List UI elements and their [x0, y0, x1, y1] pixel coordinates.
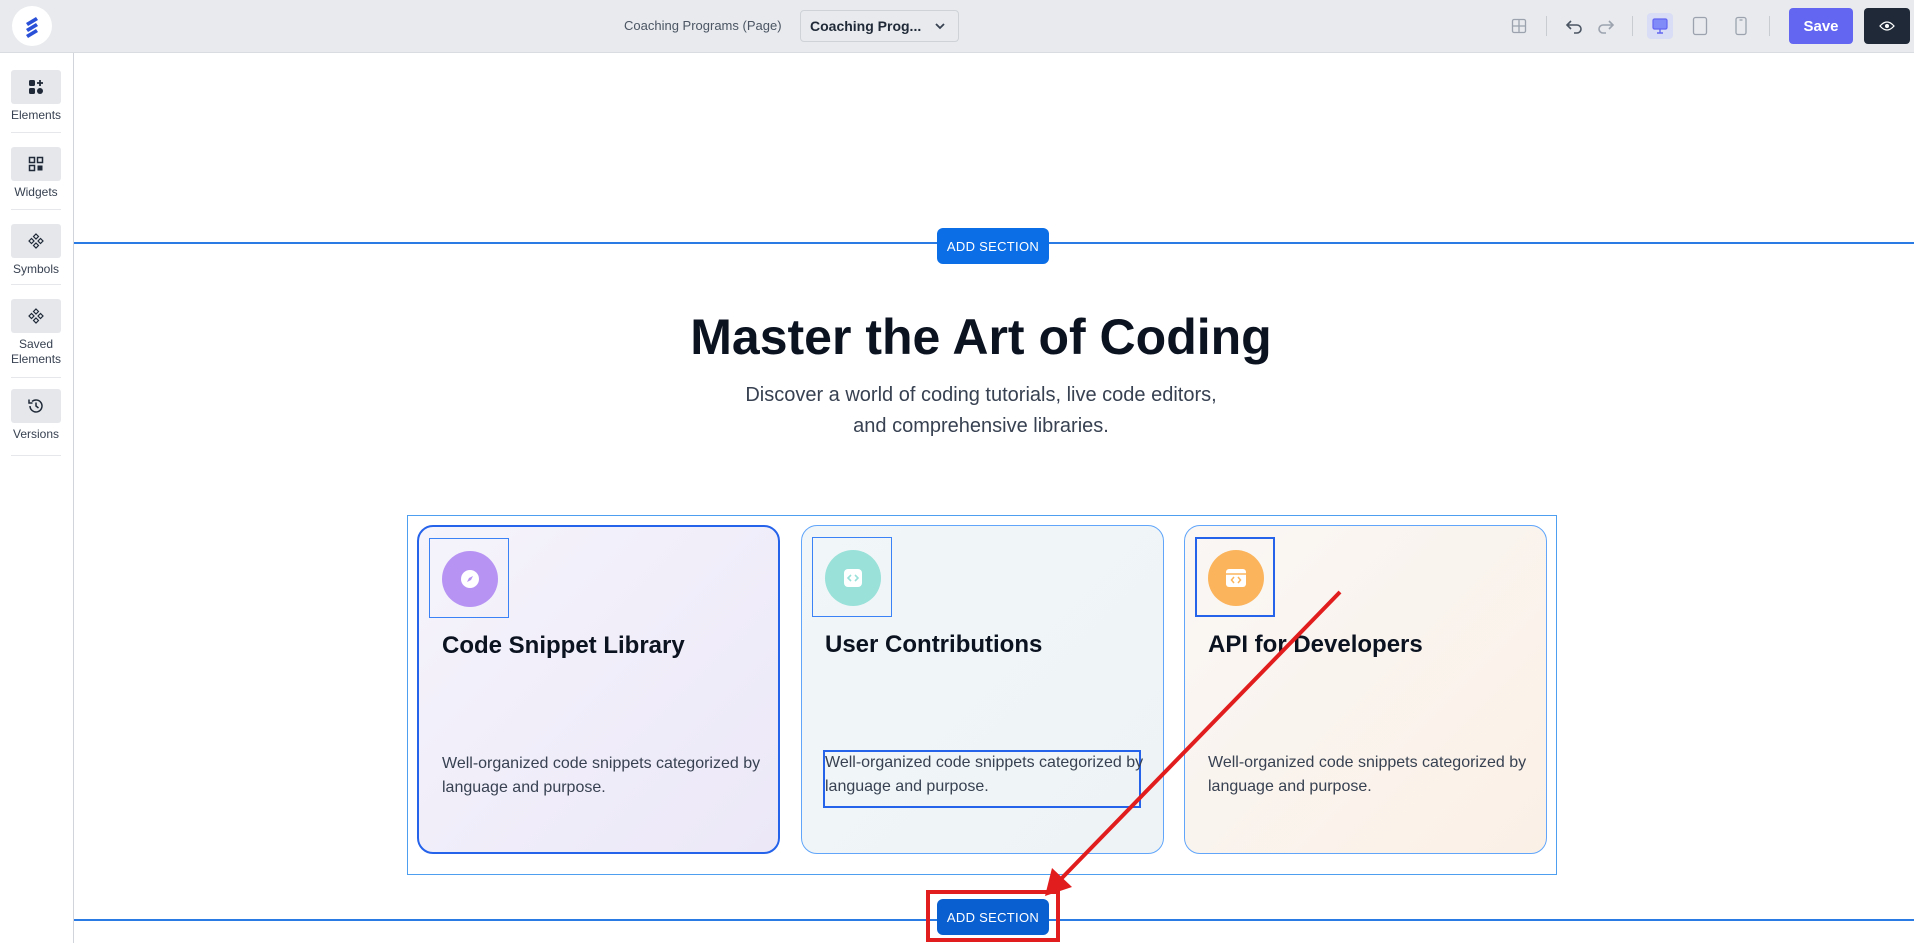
elements-icon	[11, 70, 61, 104]
symbols-icon	[11, 224, 61, 258]
sidebar-divider	[11, 455, 61, 456]
sidebar-item-label: Versions	[12, 427, 60, 441]
browser-code-icon	[1208, 550, 1264, 606]
logo-icon[interactable]	[12, 6, 52, 46]
grid-icon[interactable]	[1507, 14, 1531, 38]
page-selector-value: Coaching Prog...	[810, 18, 922, 34]
sidebar-item-elements[interactable]: Elements	[11, 70, 61, 123]
toolbar-divider	[1632, 16, 1633, 36]
icon-frame[interactable]	[1195, 537, 1275, 617]
hero-subtitle[interactable]: Discover a world of coding tutorials, li…	[724, 380, 1238, 442]
sidebar-item-symbols[interactable]: Symbols	[11, 224, 61, 277]
annotation-highlight-box	[926, 890, 1060, 942]
history-icon	[11, 389, 61, 423]
code-icon	[825, 550, 881, 606]
chevron-down-icon	[935, 23, 945, 30]
widgets-icon	[11, 147, 61, 181]
sidebar-item-saved-elements[interactable]: Saved Elements	[11, 299, 61, 367]
toolbar-divider	[1769, 16, 1770, 36]
icon-frame[interactable]	[812, 537, 892, 617]
mobile-icon[interactable]	[1729, 14, 1753, 38]
feature-card[interactable]: API for Developers Well-organized code s…	[1184, 525, 1547, 854]
top-toolbar: Coaching Programs (Page) Coaching Prog..…	[0, 0, 1914, 53]
card-title[interactable]: User Contributions	[825, 631, 1042, 659]
save-button[interactable]: Save	[1789, 8, 1853, 44]
add-section-button[interactable]: ADD SECTION	[937, 228, 1049, 264]
undo-icon[interactable]	[1562, 14, 1586, 38]
page-selector[interactable]: Coaching Prog...	[800, 10, 959, 42]
hero-subtitle-line: Discover a world of coding tutorials, li…	[745, 384, 1217, 406]
card-text[interactable]: Well-organized code snippets categorized…	[442, 752, 762, 800]
sidebar-item-label: Widgets	[14, 185, 58, 199]
sidebar-divider	[11, 132, 61, 133]
redo-icon[interactable]	[1594, 14, 1618, 38]
icon-frame[interactable]	[429, 538, 509, 618]
compass-icon	[442, 551, 498, 607]
sidebar-item-label: Elements	[11, 108, 62, 122]
sidebar-divider	[11, 284, 61, 285]
left-sidebar: Elements Widgets Symbols Saved Elements …	[0, 53, 74, 943]
card-title[interactable]: API for Developers	[1208, 631, 1423, 659]
sidebar-item-versions[interactable]: Versions	[11, 389, 61, 442]
sidebar-item-widgets[interactable]: Widgets	[11, 147, 61, 200]
desktop-icon[interactable]	[1647, 13, 1673, 39]
card-text[interactable]: Well-organized code snippets categorized…	[825, 751, 1145, 799]
feature-card[interactable]: Code Snippet Library Well-organized code…	[417, 525, 780, 854]
tablet-icon[interactable]	[1688, 14, 1712, 38]
sidebar-item-label: Symbols	[12, 262, 59, 276]
toolbar-divider	[1546, 16, 1547, 36]
hero-title[interactable]: Master the Art of Coding	[74, 308, 1888, 366]
feature-card[interactable]: User Contributions Well-organized code s…	[801, 525, 1164, 854]
sidebar-divider	[11, 209, 61, 210]
page-name: Coaching Programs (Page)	[624, 18, 782, 33]
preview-button[interactable]	[1864, 8, 1910, 44]
card-title[interactable]: Code Snippet Library	[442, 632, 685, 660]
saved-elements-icon	[11, 299, 61, 333]
card-text[interactable]: Well-organized code snippets categorized…	[1208, 751, 1528, 799]
hero-subtitle-line: and comprehensive libraries.	[853, 415, 1109, 437]
sidebar-item-label: Saved Elements	[11, 337, 62, 366]
eye-icon	[1879, 21, 1895, 31]
sidebar-divider	[11, 377, 61, 378]
